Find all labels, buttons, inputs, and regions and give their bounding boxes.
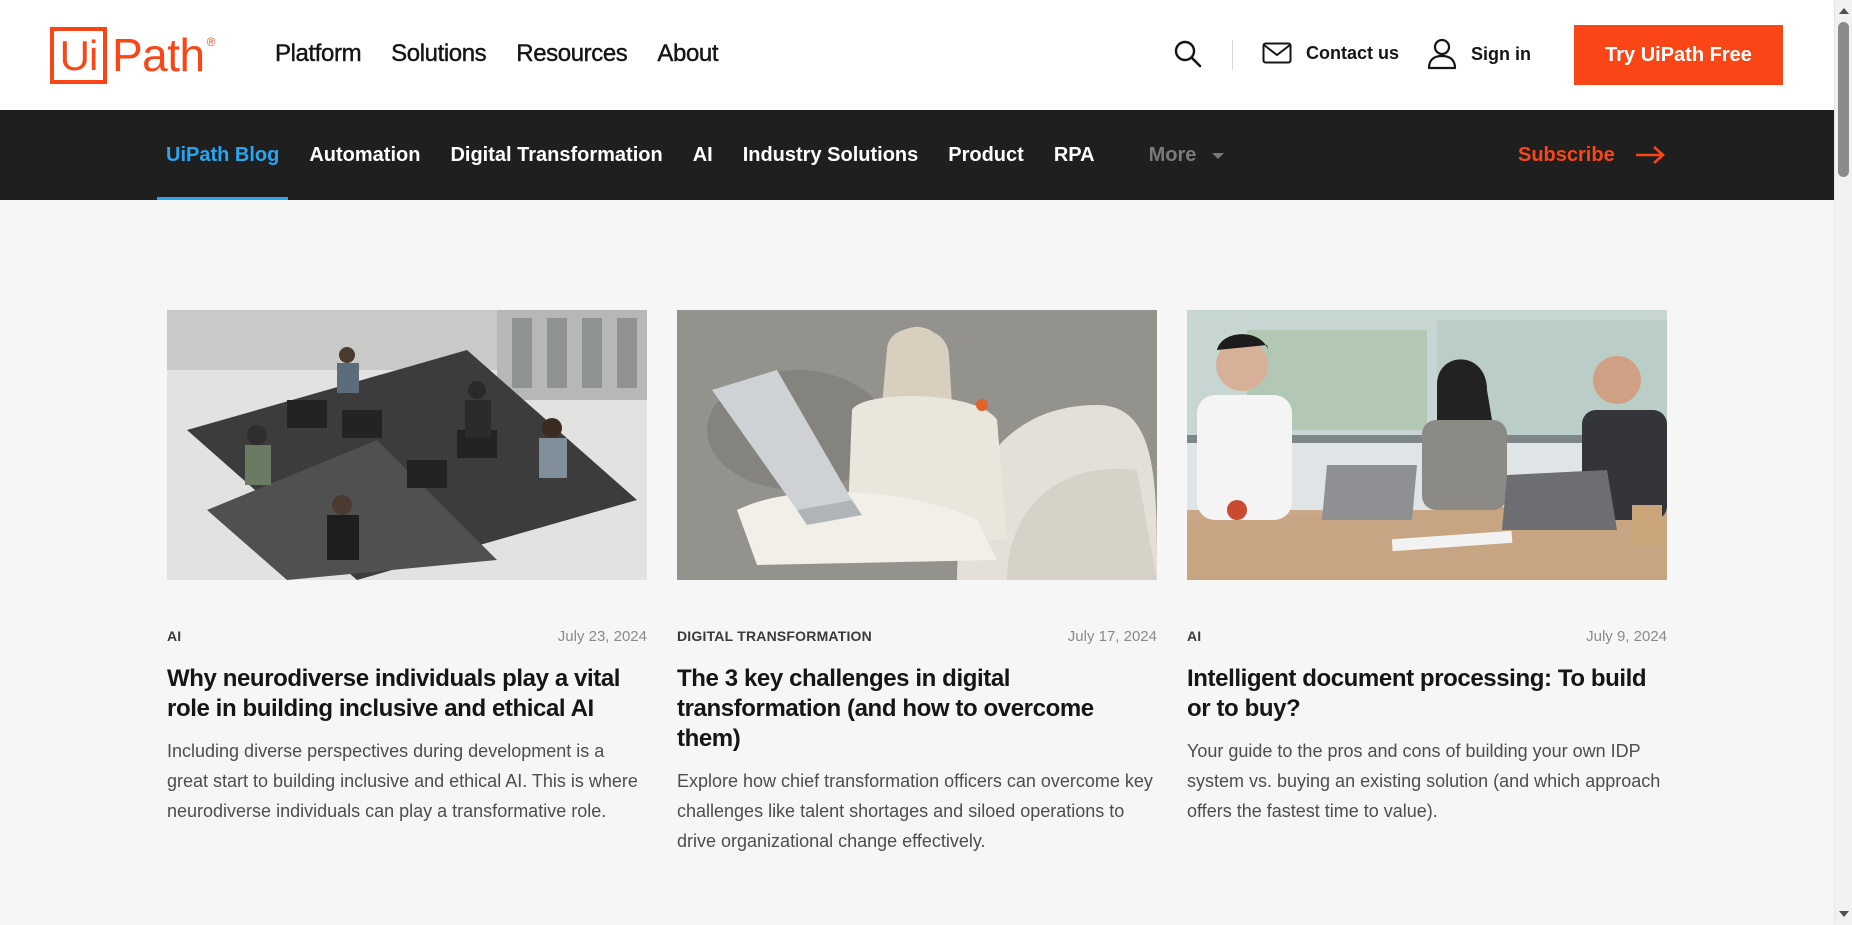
contact-us-label: Contact us bbox=[1306, 42, 1400, 63]
card-date: July 17, 2024 bbox=[1067, 627, 1157, 645]
contact-us-link[interactable]: Contact us bbox=[1262, 42, 1399, 64]
card-title[interactable]: The 3 key challenges in digital transfor… bbox=[677, 664, 1157, 754]
card-title[interactable]: Intelligent document processing: To buil… bbox=[1187, 664, 1667, 724]
card-meta: DIGITAL TRANSFORMATION July 17, 2024 bbox=[677, 626, 1157, 646]
sign-in-link[interactable]: Sign in bbox=[1427, 38, 1531, 70]
tab-product[interactable]: Product bbox=[939, 110, 1033, 200]
arrow-right-icon bbox=[1635, 146, 1665, 164]
sign-in-label: Sign in bbox=[1471, 43, 1531, 64]
card-meta: AI July 23, 2024 bbox=[167, 626, 647, 646]
main-nav: Platform Solutions Resources About bbox=[275, 40, 748, 68]
nav-platform[interactable]: Platform bbox=[275, 40, 362, 68]
header-divider bbox=[1232, 40, 1233, 70]
tab-automation[interactable]: Automation bbox=[300, 110, 429, 200]
card-image-woman-laptop[interactable] bbox=[677, 310, 1157, 580]
tab-digital-transformation[interactable]: Digital Transformation bbox=[441, 110, 671, 200]
uipath-logo[interactable]: Ui Path ® bbox=[50, 27, 215, 84]
search-button[interactable] bbox=[1173, 39, 1203, 69]
scroll-thumb[interactable] bbox=[1838, 22, 1849, 177]
tab-industry-solutions[interactable]: Industry Solutions bbox=[734, 110, 928, 200]
user-icon bbox=[1427, 38, 1457, 70]
nav-resources[interactable]: Resources bbox=[516, 40, 628, 68]
tab-ai[interactable]: AI bbox=[684, 110, 722, 200]
card-category[interactable]: AI bbox=[1187, 628, 1201, 644]
woman-with-laptop-photo bbox=[677, 310, 1157, 580]
card-date: July 9, 2024 bbox=[1586, 627, 1667, 645]
card-category[interactable]: DIGITAL TRANSFORMATION bbox=[677, 628, 872, 644]
scroll-up-arrow-icon[interactable] bbox=[1839, 8, 1849, 14]
card-description: Explore how chief transformation officer… bbox=[677, 771, 1153, 851]
subscribe-link[interactable]: Subscribe bbox=[1518, 110, 1665, 200]
blog-card[interactable]: AI July 23, 2024 Why neurodiverse indivi… bbox=[167, 310, 647, 856]
try-uipath-free-button[interactable]: Try UiPath Free bbox=[1574, 25, 1783, 85]
blog-nav-bar: UiPath Blog Automation Digital Transform… bbox=[0, 110, 1834, 200]
blog-nav: UiPath Blog Automation Digital Transform… bbox=[157, 110, 1245, 200]
nav-about[interactable]: About bbox=[657, 40, 719, 68]
scroll-down-arrow-icon[interactable] bbox=[1839, 911, 1849, 917]
tab-more-dropdown[interactable]: More bbox=[1140, 110, 1234, 200]
card-meta: AI July 9, 2024 bbox=[1187, 626, 1667, 646]
logo-registered-mark: ® bbox=[206, 35, 216, 49]
chevron-down-icon bbox=[1212, 153, 1225, 159]
subscribe-label: Subscribe bbox=[1518, 143, 1615, 166]
search-icon bbox=[1174, 40, 1202, 68]
card-image-meeting[interactable] bbox=[1187, 310, 1667, 580]
tab-uipath-blog[interactable]: UiPath Blog bbox=[157, 110, 289, 200]
card-date: July 23, 2024 bbox=[557, 627, 647, 645]
blog-card-list: AI July 23, 2024 Why neurodiverse indivi… bbox=[167, 310, 1667, 856]
site-header: Ui Path ® Platform Solutions Resources A… bbox=[0, 0, 1834, 110]
card-description: Your guide to the pros and cons of build… bbox=[1187, 741, 1661, 821]
mail-icon bbox=[1262, 42, 1292, 64]
blog-card[interactable]: DIGITAL TRANSFORMATION July 17, 2024 The… bbox=[677, 310, 1157, 856]
office-team-photo bbox=[167, 310, 647, 580]
logo-box: Ui bbox=[50, 27, 107, 84]
more-label: More bbox=[1148, 143, 1197, 166]
card-image-office-team[interactable] bbox=[167, 310, 647, 580]
page-scrollbar[interactable] bbox=[1834, 0, 1852, 925]
nav-solutions[interactable]: Solutions bbox=[391, 40, 487, 68]
team-meeting-photo bbox=[1187, 310, 1667, 580]
tab-rpa[interactable]: RPA bbox=[1045, 110, 1104, 200]
card-description: Including diverse perspectives during de… bbox=[167, 741, 638, 821]
blog-card[interactable]: AI July 9, 2024 Intelligent document pro… bbox=[1187, 310, 1667, 856]
card-title[interactable]: Why neurodiverse individuals play a vita… bbox=[167, 664, 647, 724]
logo-text: Path bbox=[112, 29, 205, 81]
card-category[interactable]: AI bbox=[167, 628, 181, 644]
